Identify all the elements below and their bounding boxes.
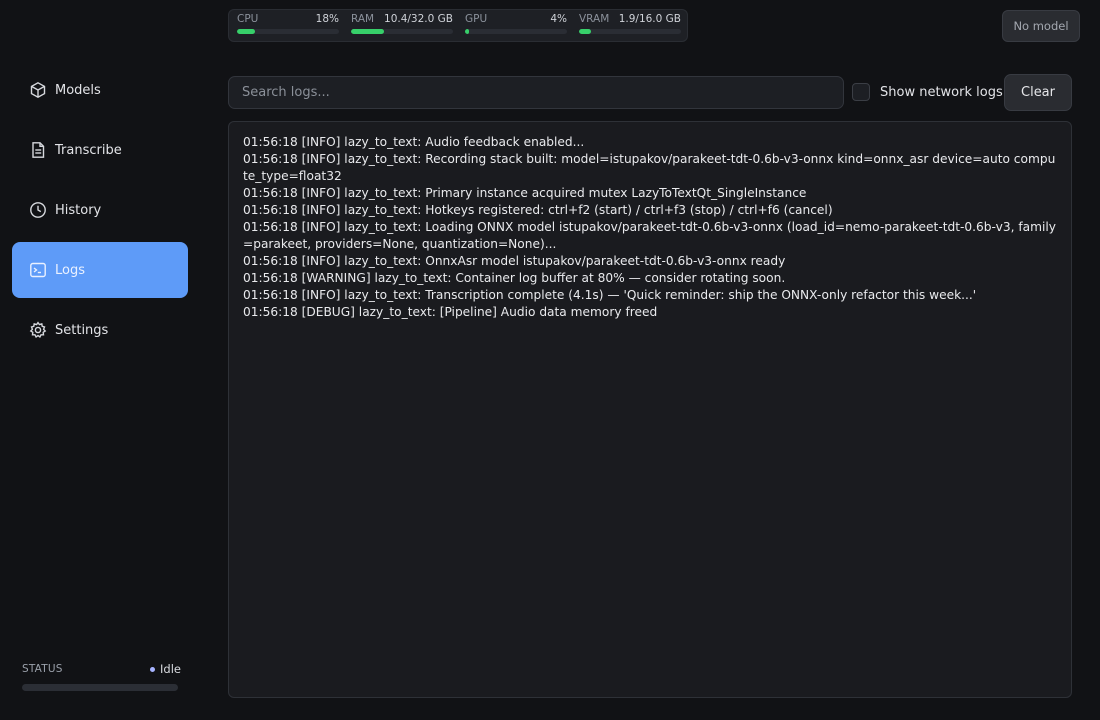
metric-vram: VRAM 1.9/16.0 GB [579,13,681,39]
sidebar-item-history[interactable]: History [12,182,188,238]
system-metrics-bar: CPU 18% RAM 10.4/32.0 GB GPU 4% VRAM 1.9… [228,9,688,42]
metric-cpu: CPU 18% [237,13,339,39]
log-output[interactable]: 01:56:18 [INFO] lazy_to_text: Audio feed… [228,121,1072,698]
metric-track [579,29,681,34]
status-value: Idle [150,662,181,676]
metric-value: 10.4/32.0 GB [384,13,453,25]
app-window: Models Transcribe History Logs Settings [0,0,1100,720]
status-dot-icon [150,666,155,672]
show-network-logs-checkbox[interactable] [852,83,870,101]
show-network-logs-label[interactable]: Show network logs [880,85,1003,100]
log-line: 01:56:18 [INFO] lazy_to_text: Loading ON… [243,220,1056,251]
log-line: 01:56:18 [INFO] lazy_to_text: OnnxAsr mo… [243,254,786,268]
metric-fill [237,29,256,34]
sidebar-item-logs[interactable]: Logs [12,242,188,298]
status-text: Idle [160,662,181,676]
sidebar-item-settings[interactable]: Settings [12,302,188,358]
metric-gpu: GPU 4% [465,13,567,39]
sidebar-item-label: History [55,202,102,218]
terminal-icon [29,261,47,279]
metric-track [237,29,339,34]
metric-fill [351,29,385,34]
status-progress-bar [22,684,178,691]
log-line: 01:56:18 [DEBUG] lazy_to_text: [Pipeline… [243,305,658,319]
document-icon [29,141,47,159]
metric-value: 4% [550,13,567,25]
log-line: 01:56:18 [INFO] lazy_to_text: Hotkeys re… [243,203,833,217]
metric-track [465,29,567,34]
metric-fill [465,29,470,34]
status-label: STATUS [22,663,63,675]
sidebar: Models Transcribe History Logs Settings [0,0,200,720]
metric-name: RAM [351,13,375,25]
sidebar-item-label: Models [55,82,101,98]
log-line: 01:56:18 [INFO] lazy_to_text: Primary in… [243,186,807,200]
metric-name: CPU [237,13,259,25]
sidebar-item-label: Transcribe [55,142,122,158]
sidebar-item-label: Settings [55,322,109,338]
metric-value: 1.9/16.0 GB [618,13,681,25]
clear-button[interactable]: Clear [1004,74,1072,111]
model-select-button[interactable]: No model [1002,10,1080,42]
metric-track [351,29,453,34]
metric-name: VRAM [579,13,610,25]
cube-icon [29,81,47,99]
log-line: 01:56:18 [WARNING] lazy_to_text: Contain… [243,271,786,285]
metric-value: 18% [315,13,339,25]
sidebar-item-label: Logs [55,262,85,278]
gear-icon [29,321,47,339]
sidebar-item-models[interactable]: Models [12,62,188,118]
log-line: 01:56:18 [INFO] lazy_to_text: Recording … [243,152,1056,183]
log-line: 01:56:18 [INFO] lazy_to_text: Audio feed… [243,135,585,149]
sidebar-item-transcribe[interactable]: Transcribe [12,122,188,178]
log-line: 01:56:18 [INFO] lazy_to_text: Transcript… [243,288,977,302]
metric-fill [579,29,592,34]
metric-ram: RAM 10.4/32.0 GB [351,13,453,39]
metric-name: GPU [465,13,488,25]
clock-icon [29,201,47,219]
search-input[interactable] [228,76,844,109]
